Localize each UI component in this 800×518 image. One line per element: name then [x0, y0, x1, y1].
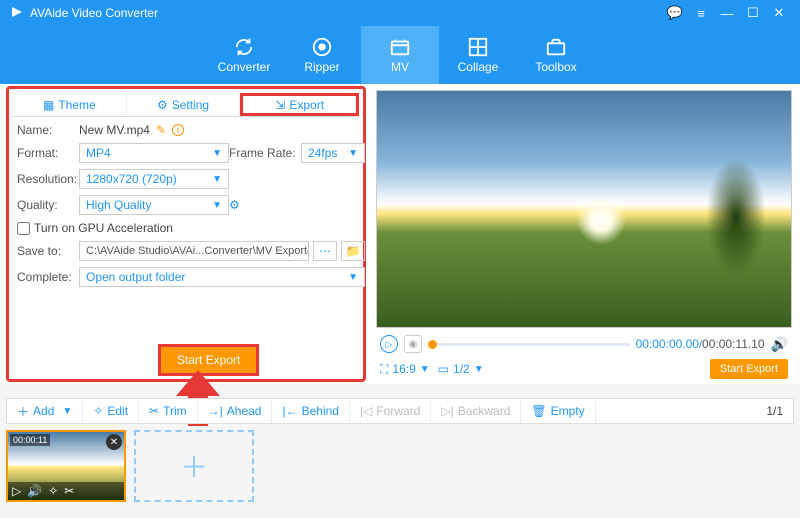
preview-panel: ▷ ◉ 00:00:00.00/00:00:11.10 🔊 ⛶16:9▼ ▭1/…: [376, 90, 792, 382]
forward-button[interactable]: |◁Forward: [350, 399, 431, 423]
framerate-select[interactable]: 24fps▼: [301, 143, 365, 163]
chevron-down-icon: ▼: [212, 200, 222, 211]
tab-ripper[interactable]: Ripper: [283, 26, 361, 84]
panel-tab-theme[interactable]: ▦Theme: [13, 93, 127, 116]
titlebar: AVAide Video Converter 💬 ≡ — ☐ ✕: [0, 0, 800, 26]
format-label: Format:: [17, 146, 79, 160]
chevron-down-icon: ▼: [348, 148, 358, 159]
page-select[interactable]: ▭1/2▼: [438, 362, 484, 376]
empty-button[interactable]: 🗑Empty: [521, 399, 595, 423]
snapshot-button[interactable]: ◉: [404, 335, 422, 353]
feedback-icon[interactable]: 💬: [664, 2, 686, 24]
panel-tab-setting[interactable]: ⚙Setting: [127, 93, 241, 116]
tab-toolbox[interactable]: Toolbox: [517, 26, 595, 84]
complete-select[interactable]: Open output folder▼: [79, 267, 365, 287]
edit-button[interactable]: ✧Edit: [83, 399, 139, 423]
chevron-down-icon: ▼: [348, 272, 358, 283]
start-export-mini-button[interactable]: Start Export: [710, 359, 788, 379]
timeline: 00:00:11 ✕ ▷ 🔊 ✧ ✂ ＋: [6, 430, 254, 502]
saveto-label: Save to:: [17, 244, 79, 258]
menu-icon[interactable]: ≡: [690, 2, 712, 24]
app-logo-icon: [10, 5, 24, 22]
tab-converter[interactable]: Converter: [205, 26, 283, 84]
remove-clip-icon[interactable]: ✕: [106, 434, 122, 450]
clip-effects-icon[interactable]: ✧: [48, 484, 58, 498]
export-panel: ▦Theme ⚙Setting ⇲Export Name: New MV.mp4…: [6, 86, 366, 382]
close-icon[interactable]: ✕: [768, 2, 790, 24]
chevron-down-icon: ▼: [212, 148, 222, 159]
ahead-button[interactable]: →|Ahead: [198, 399, 273, 423]
clip-thumbnail[interactable]: 00:00:11 ✕ ▷ 🔊 ✧ ✂: [6, 430, 126, 502]
resolution-label: Resolution:: [17, 172, 79, 186]
gpu-checkbox[interactable]: Turn on GPU Acceleration: [17, 221, 365, 235]
quality-label: Quality:: [17, 198, 79, 212]
tab-collage[interactable]: Collage: [439, 26, 517, 84]
name-info-icon[interactable]: i: [172, 124, 184, 136]
format-select[interactable]: MP4▼: [79, 143, 229, 163]
main-tabs: Converter Ripper MV Collage Toolbox: [0, 26, 800, 84]
chevron-down-icon: ▼: [212, 174, 222, 185]
name-label: Name:: [17, 123, 79, 137]
theme-icon: ▦: [43, 98, 54, 112]
export-icon: ⇲: [275, 98, 285, 112]
play-button[interactable]: ▷: [380, 335, 398, 353]
tab-mv[interactable]: MV: [361, 26, 439, 84]
open-folder-button[interactable]: 📁: [341, 241, 365, 261]
seek-bar[interactable]: [428, 343, 630, 346]
add-button[interactable]: ＋Add▼: [7, 399, 83, 423]
clip-duration: 00:00:11: [10, 434, 50, 446]
add-clip-slot[interactable]: ＋: [134, 430, 254, 502]
trim-button[interactable]: ✂Trim: [139, 399, 198, 423]
app-title: AVAide Video Converter: [30, 6, 158, 20]
time-display: 00:00:00.00/00:00:11.10: [636, 337, 765, 351]
clip-trim-icon[interactable]: ✂: [64, 484, 74, 498]
minimize-icon[interactable]: —: [716, 2, 738, 24]
volume-icon[interactable]: 🔊: [771, 336, 788, 353]
quality-settings-icon[interactable]: ⚙: [229, 198, 301, 212]
panel-tab-export[interactable]: ⇲Export: [240, 93, 359, 116]
quality-select[interactable]: High Quality▼: [79, 195, 229, 215]
clip-mute-icon[interactable]: 🔊: [27, 484, 42, 498]
framerate-label: Frame Rate:: [229, 146, 301, 160]
behind-button[interactable]: |←Behind: [272, 399, 350, 423]
start-export-button[interactable]: Start Export: [158, 344, 259, 376]
browse-path-button[interactable]: ⋯: [313, 241, 337, 261]
edit-name-icon[interactable]: ✎: [156, 123, 166, 137]
video-preview[interactable]: [376, 90, 792, 328]
maximize-icon[interactable]: ☐: [742, 2, 764, 24]
page-indicator: 1/1: [756, 404, 793, 418]
clip-toolbar: ＋Add▼ ✧Edit ✂Trim →|Ahead |←Behind |◁For…: [6, 398, 794, 424]
resolution-select[interactable]: 1280x720 (720p)▼: [79, 169, 229, 189]
saveto-path: C:\AVAide Studio\AVAi...Converter\MV Exp…: [79, 241, 309, 261]
clip-play-icon[interactable]: ▷: [12, 484, 21, 498]
name-value: New MV.mp4: [79, 123, 150, 137]
gear-icon: ⚙: [157, 98, 168, 112]
backward-button[interactable]: ▷|Backward: [431, 399, 521, 423]
complete-label: Complete:: [17, 270, 79, 284]
aspect-ratio-select[interactable]: ⛶16:9▼: [380, 362, 430, 377]
